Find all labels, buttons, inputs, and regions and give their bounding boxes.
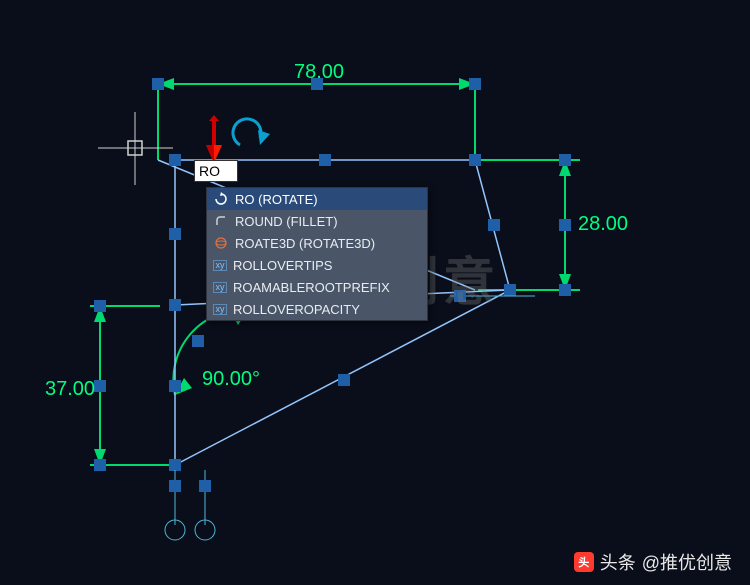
attribution: 头 头条 @推优创意 (574, 549, 732, 575)
red-arrow-indicator (204, 115, 224, 163)
dim-angle-value: 90.00° (202, 368, 260, 390)
dim-right-value: 28.00 (578, 213, 628, 235)
autocomplete-item-rollovertips[interactable]: xy ROLLOVERTIPS (207, 254, 427, 276)
autocomplete-item-rotate[interactable]: RO (ROTATE) (207, 188, 427, 210)
autocomplete-item-roamablerootprefix[interactable]: xy ROAMABLEROOTPREFIX (207, 276, 427, 298)
autocomplete-item-round[interactable]: ROUND (FILLET) (207, 210, 427, 232)
dim-left-value: 37.00 (45, 378, 95, 400)
command-autocomplete[interactable]: RO (ROTATE) ROUND (FILLET) ROATE3D (ROTA… (206, 187, 428, 321)
fillet-icon (213, 213, 229, 229)
dimension-angle[interactable]: 90.00° (173, 310, 260, 395)
autocomplete-label: ROLLOVEROPACITY (233, 302, 360, 317)
rotate-icon (213, 191, 229, 207)
autocomplete-label: ROATE3D (ROTATE3D) (235, 236, 375, 251)
attribution-handle: @推优创意 (642, 549, 732, 575)
variable-icon: xy (213, 304, 227, 315)
autocomplete-label: RO (ROTATE) (235, 192, 318, 207)
autocomplete-label: ROAMABLEROOTPREFIX (233, 280, 390, 295)
dimension-right[interactable]: 28.00 (478, 154, 628, 296)
variable-icon: xy (213, 282, 227, 293)
autocomplete-label: ROLLOVERTIPS (233, 258, 332, 273)
toutiao-icon: 头 (574, 552, 594, 572)
variable-icon: xy (213, 260, 227, 271)
autocomplete-item-rolloveropacity[interactable]: xy ROLLOVEROPACITY (207, 298, 427, 320)
rotation-gizmo (233, 119, 270, 145)
rotate3d-icon (213, 235, 229, 251)
command-input[interactable] (194, 160, 238, 182)
crosshair-cursor (98, 112, 173, 185)
dimension-left[interactable]: 37.00 (45, 300, 170, 471)
attribution-prefix: 头条 (600, 549, 636, 575)
dimension-top[interactable]: 78.00 (152, 61, 481, 160)
dim-top-value: 78.00 (294, 61, 344, 83)
autocomplete-label: ROUND (FILLET) (235, 214, 338, 229)
autocomplete-item-rotate3d[interactable]: ROATE3D (ROTATE3D) (207, 232, 427, 254)
column-markers (165, 290, 535, 540)
